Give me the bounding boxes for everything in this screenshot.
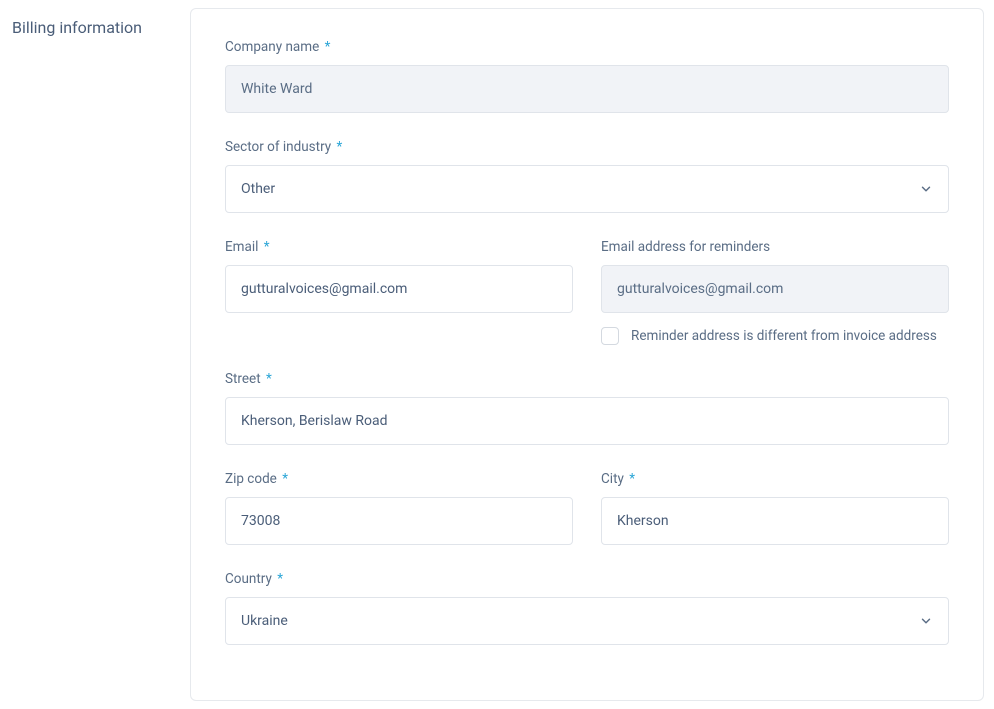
sector-select[interactable]: Other (225, 165, 949, 213)
sector-label-text: Sector of industry (225, 139, 331, 155)
billing-form-panel: Company name * Sector of industry * Othe… (190, 8, 984, 701)
reminder-email-input[interactable] (601, 265, 949, 313)
billing-form-container: Billing information Company name * Secto… (0, 0, 994, 709)
reminder-email-label-text: Email address for reminders (601, 239, 770, 255)
field-zip-city-row: Zip code * City * (225, 471, 949, 545)
street-label-text: Street (225, 371, 261, 387)
city-label-text: City (601, 471, 624, 487)
field-city: City * (601, 471, 949, 545)
zip-label-text: Zip code (225, 471, 277, 487)
required-mark: * (337, 139, 343, 155)
required-mark: * (282, 471, 288, 487)
field-sector: Sector of industry * Other (225, 139, 949, 213)
city-input[interactable] (601, 497, 949, 545)
sector-select-value: Other (241, 181, 275, 197)
section-sidebar: Billing information (0, 0, 190, 709)
chevron-down-icon (919, 614, 933, 628)
field-email-row: Email * Email address for reminders Remi… (225, 239, 949, 345)
field-email: Email * (225, 239, 573, 345)
field-street: Street * (225, 371, 949, 445)
reminder-different-row: Reminder address is different from invoi… (601, 327, 949, 345)
reminder-email-label: Email address for reminders (601, 239, 949, 255)
company-name-input[interactable] (225, 65, 949, 113)
company-name-label: Company name * (225, 39, 949, 55)
street-label: Street * (225, 371, 949, 387)
field-country: Country * Ukraine (225, 571, 949, 645)
required-mark: * (277, 571, 283, 587)
country-label: Country * (225, 571, 949, 587)
reminder-different-label: Reminder address is different from invoi… (631, 328, 937, 344)
country-select[interactable]: Ukraine (225, 597, 949, 645)
country-select-value: Ukraine (241, 613, 288, 629)
field-reminder-email: Email address for reminders Reminder add… (601, 239, 949, 345)
required-mark: * (264, 239, 270, 255)
city-label: City * (601, 471, 949, 487)
required-mark: * (629, 471, 635, 487)
country-label-text: Country (225, 571, 272, 587)
required-mark: * (325, 39, 331, 55)
sector-label: Sector of industry * (225, 139, 949, 155)
email-label-text: Email (225, 239, 258, 255)
zip-input[interactable] (225, 497, 573, 545)
email-input[interactable] (225, 265, 573, 313)
section-title: Billing information (12, 18, 190, 37)
reminder-different-checkbox[interactable] (601, 327, 619, 345)
zip-label: Zip code * (225, 471, 573, 487)
required-mark: * (266, 371, 272, 387)
street-input[interactable] (225, 397, 949, 445)
email-label: Email * (225, 239, 573, 255)
company-name-label-text: Company name (225, 39, 319, 55)
field-company-name: Company name * (225, 39, 949, 113)
field-zip: Zip code * (225, 471, 573, 545)
chevron-down-icon (919, 182, 933, 196)
